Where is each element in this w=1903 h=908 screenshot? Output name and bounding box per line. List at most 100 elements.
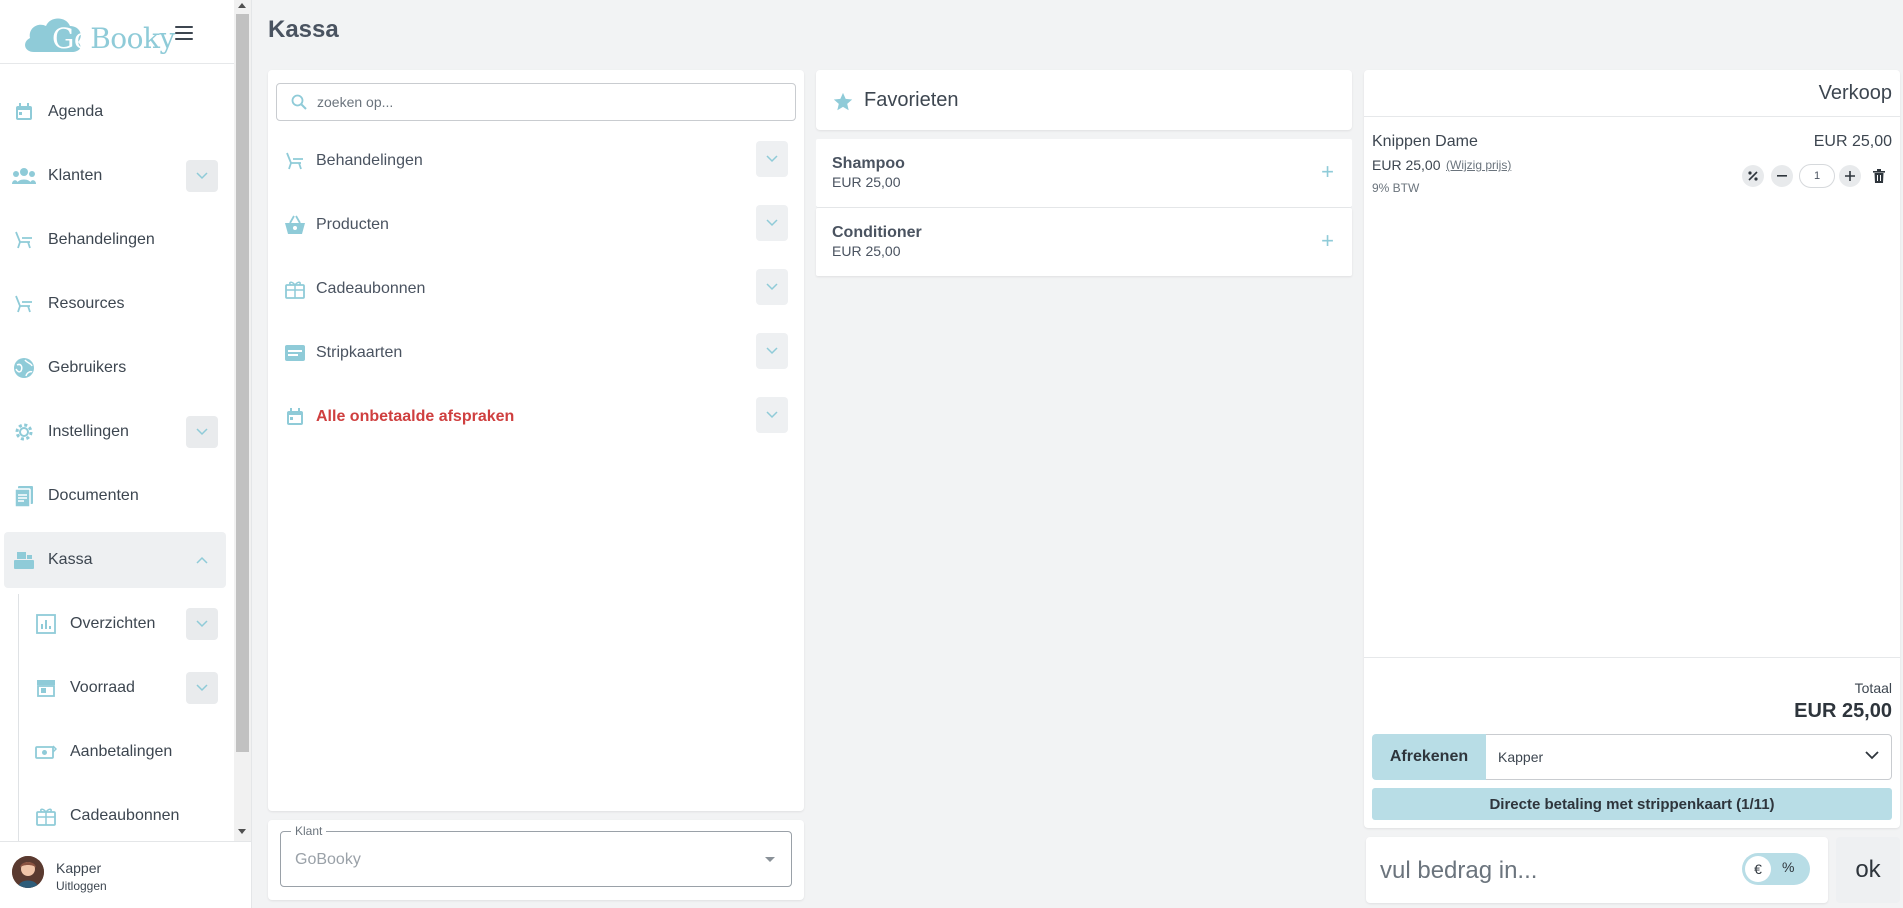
category-behandelingen[interactable]: Behandelingen	[268, 131, 796, 191]
logo-text-booky: Booky	[90, 22, 175, 55]
sidebar-item-kassa[interactable]: Kassa	[4, 532, 226, 588]
chevron-down-icon[interactable]	[756, 141, 788, 177]
sidebar-subitem-cadeaubonnen[interactable]: Cadeaubonnen	[26, 788, 226, 841]
store-icon	[34, 676, 58, 700]
star-icon	[833, 92, 853, 111]
plus-icon[interactable]	[1839, 165, 1861, 187]
search-input[interactable]	[317, 94, 757, 110]
chevron-down-icon	[1865, 751, 1879, 760]
chevron-down-icon[interactable]	[756, 397, 788, 433]
sidebar-item-instellingen[interactable]: Instellingen	[4, 404, 226, 460]
sidebar-item-label: Overzichten	[70, 615, 156, 632]
scroll-down-icon[interactable]	[238, 829, 246, 834]
page-title: Kassa	[268, 16, 339, 43]
category-alle-onbetaalde-afspraken[interactable]: Alle onbetaalde afspraken	[268, 387, 796, 447]
sidebar-item-behandelingen[interactable]: Behandelingen	[4, 212, 226, 268]
sidebar-subitem-aanbetalingen[interactable]: Aanbetalingen	[26, 724, 226, 780]
total-value: EUR 25,00	[1794, 700, 1892, 722]
quantity-field[interactable]: 1	[1799, 164, 1835, 188]
sale-line-vat: 9% BTW	[1372, 181, 1420, 195]
customer-select[interactable]: Klant GoBooky	[280, 824, 792, 887]
percent-toggle-option[interactable]: %	[1782, 859, 1794, 875]
scroll-up-icon[interactable]	[238, 3, 246, 8]
sidebar-subitem-voorraad[interactable]: Voorraad	[26, 660, 226, 716]
customer-value: GoBooky	[295, 851, 361, 868]
sidebar-item-agenda[interactable]: Agenda	[4, 84, 226, 140]
category-cadeaubonnen[interactable]: Cadeaubonnen	[268, 259, 796, 319]
sidebar-scroll-area: GoBooky Agenda Klanten Behandelingen Res…	[0, 0, 234, 841]
gobooky-logo[interactable]: GoBooky	[20, 10, 175, 56]
customer-field-label: Klant	[291, 824, 327, 838]
plus-icon[interactable]: +	[1321, 161, 1334, 183]
sidebar-item-label: Documenten	[48, 487, 139, 504]
favorite-name: Conditioner	[832, 224, 922, 241]
user-profile: Kapper Uitloggen	[0, 841, 251, 908]
currency-percent-toggle[interactable]: € %	[1742, 853, 1810, 885]
card-icon	[284, 342, 306, 364]
document-icon	[12, 484, 36, 508]
sale-title: Verkoop	[1818, 82, 1892, 104]
amount-entry: € %	[1366, 837, 1828, 903]
edit-price-link[interactable]: (Wijzig prijs)	[1446, 158, 1511, 172]
sidebar-item-label: Aanbetalingen	[70, 743, 173, 760]
category-label: Cadeaubonnen	[316, 280, 426, 297]
divider	[1364, 657, 1900, 658]
category-label: Producten	[316, 216, 389, 233]
sidebar-header: GoBooky	[0, 0, 234, 64]
chevron-down-icon[interactable]	[186, 416, 218, 448]
sidebar-item-resources[interactable]: Resources	[4, 276, 226, 332]
payment-method-select[interactable]: Kapper	[1486, 734, 1892, 780]
category-label: Behandelingen	[316, 152, 423, 169]
sidebar-item-klanten[interactable]: Klanten	[4, 148, 226, 204]
chevron-down-icon[interactable]	[186, 608, 218, 640]
search-box[interactable]	[276, 83, 796, 121]
chevron-down-icon[interactable]	[186, 672, 218, 704]
sidebar-subitem-overzichten[interactable]: Overzichten	[26, 596, 226, 652]
euro-toggle-option[interactable]: €	[1745, 856, 1771, 882]
sidebar: GoBooky Agenda Klanten Behandelingen Res…	[0, 0, 252, 908]
divider	[1364, 116, 1900, 117]
minus-icon[interactable]	[1771, 165, 1793, 187]
globe-icon	[12, 356, 36, 380]
discount-icon[interactable]	[1742, 165, 1764, 187]
favorite-item[interactable]: Conditioner EUR 25,00 +	[816, 208, 1352, 276]
sidebar-item-label: Gebruikers	[48, 359, 127, 376]
chevron-down-icon[interactable]	[756, 333, 788, 369]
logout-link[interactable]: Uitloggen	[56, 879, 107, 893]
stripcard-payment-button[interactable]: Directe betaling met strippenkaart (1/11…	[1372, 788, 1892, 820]
favorites-title: Favorieten	[864, 89, 959, 111]
gear-icon	[12, 420, 36, 444]
sidebar-scrollbar-thumb[interactable]	[236, 14, 249, 752]
category-stripkaarten[interactable]: Stripkaarten	[268, 323, 796, 383]
sidebar-item-label: Cadeaubonnen	[70, 807, 180, 824]
sidebar-item-label: Kassa	[48, 551, 93, 568]
logo-text-go: Go	[52, 22, 91, 55]
avatar[interactable]	[12, 856, 44, 888]
trash-icon[interactable]	[1868, 165, 1890, 187]
sidebar-item-label: Voorraad	[70, 679, 135, 696]
sidebar-item-documenten[interactable]: Documenten	[4, 468, 226, 524]
favorite-item[interactable]: Shampoo EUR 25,00 +	[816, 139, 1352, 207]
chevron-down-icon[interactable]	[756, 205, 788, 241]
user-name: Kapper	[56, 860, 102, 876]
gift-icon	[284, 278, 306, 300]
ok-button[interactable]: ok	[1836, 837, 1900, 903]
register-icon	[12, 548, 36, 572]
search-icon	[291, 94, 307, 110]
sale-line-name: Knippen Dame	[1372, 133, 1478, 150]
chevron-up-icon[interactable]	[186, 544, 218, 576]
logo-text: GoBooky	[52, 22, 175, 55]
dropdown-arrow-icon[interactable]	[765, 857, 775, 862]
sidebar-item-gebruikers[interactable]: Gebruikers	[4, 340, 226, 396]
checkout-button[interactable]: Afrekenen	[1372, 734, 1486, 780]
amount-input[interactable]	[1380, 857, 1660, 885]
sidebar-item-label: Klanten	[48, 167, 103, 184]
menu-toggle-icon[interactable]	[175, 26, 193, 40]
plus-icon[interactable]: +	[1321, 230, 1334, 252]
calendar-icon	[284, 406, 306, 428]
chevron-down-icon[interactable]	[756, 269, 788, 305]
chevron-down-icon[interactable]	[186, 160, 218, 192]
category-producten[interactable]: Producten	[268, 195, 796, 255]
submenu-guide-line	[18, 594, 19, 841]
users-icon	[12, 164, 36, 188]
